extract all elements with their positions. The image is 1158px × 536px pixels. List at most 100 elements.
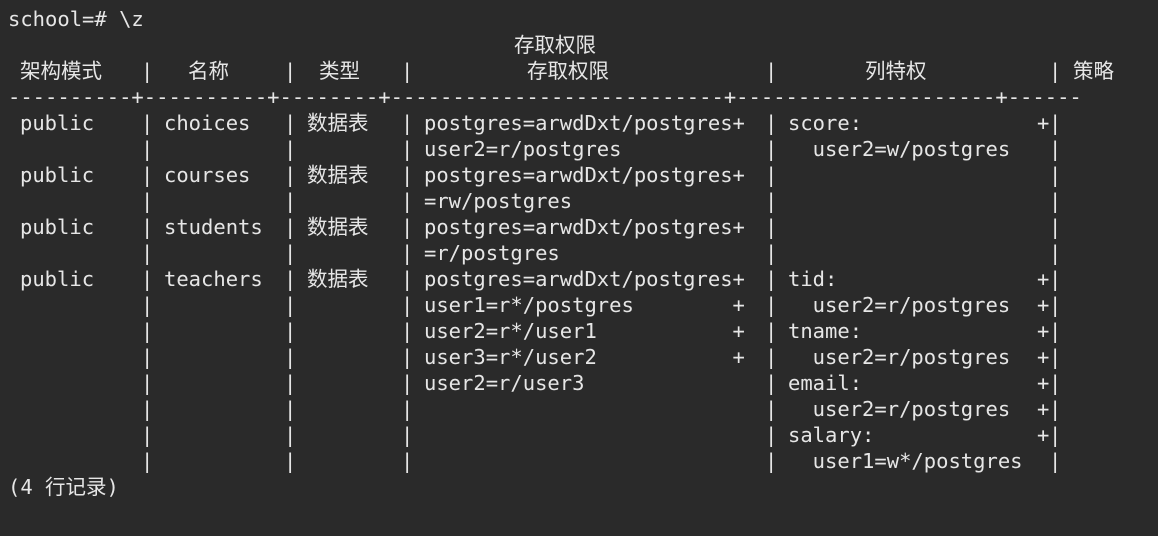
column-separator: | bbox=[765, 293, 778, 317]
column-separator: | bbox=[1049, 397, 1062, 421]
column-separator: | bbox=[401, 163, 414, 187]
cell-column-privs: score: bbox=[788, 111, 863, 135]
column-separator: | bbox=[765, 397, 778, 421]
cell-column-privs-continuation: + bbox=[1037, 267, 1050, 291]
cell-column-privs-continuation: + bbox=[1037, 319, 1050, 343]
header-row: 架构模式 | 名称 | 类型 | 存取权限 | 列特权 | 策略 bbox=[8, 58, 1158, 84]
column-separator: | bbox=[401, 215, 414, 239]
cell-access: postgres=arwdDxt/postgres+ bbox=[424, 111, 745, 135]
cell-column-privs: user2=w/postgres bbox=[788, 137, 1011, 161]
column-separator: | bbox=[284, 397, 297, 421]
column-separator: | bbox=[284, 111, 297, 135]
column-separator: | bbox=[401, 293, 414, 317]
column-separator: | bbox=[1049, 371, 1062, 395]
column-separator: | bbox=[141, 241, 154, 265]
divider-row: ----------+----------+--------+---------… bbox=[8, 84, 1158, 110]
column-separator: | bbox=[765, 423, 778, 447]
cell-name: choices bbox=[164, 111, 251, 135]
cell-column-privs-continuation: + bbox=[1037, 397, 1050, 421]
column-separator: | bbox=[284, 215, 297, 239]
cell-access: postgres=arwdDxt/postgres+ bbox=[424, 267, 745, 291]
cell-name: courses bbox=[164, 163, 251, 187]
column-separator: | bbox=[401, 319, 414, 343]
header-title-line: 存取权限 bbox=[8, 32, 1158, 58]
column-separator: | bbox=[765, 371, 778, 395]
cell-access: user2=r/postgres bbox=[424, 137, 622, 161]
header-schema: 架构模式 bbox=[20, 59, 102, 83]
column-separator: | bbox=[765, 215, 778, 239]
column-separator: | bbox=[284, 137, 297, 161]
column-separator: | bbox=[765, 111, 778, 135]
header-name: 名称 bbox=[188, 59, 229, 83]
cell-access: user2=r/user3 bbox=[424, 371, 585, 395]
column-separator: | bbox=[401, 423, 414, 447]
column-separator: | bbox=[284, 371, 297, 395]
cell-column-privs-continuation: + bbox=[1037, 345, 1050, 369]
column-separator: | bbox=[141, 111, 154, 135]
column-separator: | bbox=[284, 423, 297, 447]
cell-column-privs: tname: bbox=[788, 319, 863, 343]
column-separator: | bbox=[141, 449, 154, 473]
column-separator: | bbox=[401, 345, 414, 369]
column-separator: | bbox=[284, 345, 297, 369]
cell-type: 数据表 bbox=[307, 215, 369, 239]
table-row: | | | user2=r/user3 | email: + | bbox=[8, 370, 1158, 396]
column-separator: | bbox=[284, 449, 297, 473]
column-separator: | bbox=[1049, 59, 1062, 83]
column-separator: | bbox=[284, 59, 297, 83]
command-line: school=# \z bbox=[8, 7, 144, 31]
cell-access: user2=r*/user1 + bbox=[424, 319, 745, 343]
cell-name: teachers bbox=[164, 267, 263, 291]
result-rows: public | choices | 数据表 | postgres=arwdDxt/post… bbox=[8, 110, 1158, 474]
column-separator: | bbox=[765, 449, 778, 473]
column-separator: | bbox=[1049, 137, 1062, 161]
column-separator: | bbox=[401, 241, 414, 265]
row-count-footer: (4 行记录) bbox=[8, 475, 119, 499]
column-separator: | bbox=[141, 59, 154, 83]
column-separator: | bbox=[765, 59, 778, 83]
column-separator: | bbox=[401, 189, 414, 213]
table-row: | | | =rw/postgres | | bbox=[8, 188, 1158, 214]
column-separator: | bbox=[765, 163, 778, 187]
column-separator: | bbox=[1049, 423, 1062, 447]
cell-access: =rw/postgres bbox=[424, 189, 573, 213]
table-row: public | courses | 数据表 | postgres=arwdDxt/post… bbox=[8, 162, 1158, 188]
cell-access: user3=r*/user2 + bbox=[424, 345, 745, 369]
column-separator: | bbox=[284, 293, 297, 317]
column-separator: | bbox=[141, 215, 154, 239]
column-separator: | bbox=[141, 345, 154, 369]
cell-name: students bbox=[164, 215, 263, 239]
column-separator: | bbox=[1049, 163, 1062, 187]
column-separator: | bbox=[141, 397, 154, 421]
column-separator: | bbox=[141, 423, 154, 447]
column-separator: | bbox=[765, 241, 778, 265]
column-separator: | bbox=[284, 241, 297, 265]
terminal-window[interactable]: school=# \z 存取权限 架构模式 | 名称 | 类型 | 存取权限 |… bbox=[0, 0, 1158, 536]
header-policies: 策略 bbox=[1073, 59, 1114, 83]
cell-column-privs: email: bbox=[788, 371, 863, 395]
cell-column-privs: user2=r/postgres bbox=[788, 397, 1011, 421]
header-title: 存取权限 bbox=[514, 33, 596, 57]
column-separator: | bbox=[1049, 215, 1062, 239]
table-row: public | choices | 数据表 | postgres=arwdDxt/post… bbox=[8, 110, 1158, 136]
cell-access: postgres=arwdDxt/postgres+ bbox=[424, 215, 745, 239]
column-separator: | bbox=[1049, 293, 1062, 317]
cell-column-privs: user1=w*/postgres bbox=[788, 449, 1023, 473]
column-separator: | bbox=[284, 319, 297, 343]
column-separator: | bbox=[401, 137, 414, 161]
column-separator: | bbox=[141, 293, 154, 317]
column-separator: | bbox=[141, 189, 154, 213]
column-separator: | bbox=[284, 267, 297, 291]
header-column-privs: 列特权 bbox=[865, 59, 927, 83]
column-separator: | bbox=[141, 137, 154, 161]
table-row: | | | user2=r/postgres | user2=w/postgres | bbox=[8, 136, 1158, 162]
column-separator: | bbox=[401, 449, 414, 473]
column-separator: | bbox=[1049, 189, 1062, 213]
cell-access: user1=r*/postgres + bbox=[424, 293, 745, 317]
column-separator: | bbox=[401, 397, 414, 421]
column-separator: | bbox=[1049, 267, 1062, 291]
column-separator: | bbox=[401, 59, 414, 83]
cell-schema: public bbox=[20, 111, 95, 135]
cell-column-privs-continuation: + bbox=[1037, 111, 1050, 135]
column-separator: | bbox=[141, 371, 154, 395]
